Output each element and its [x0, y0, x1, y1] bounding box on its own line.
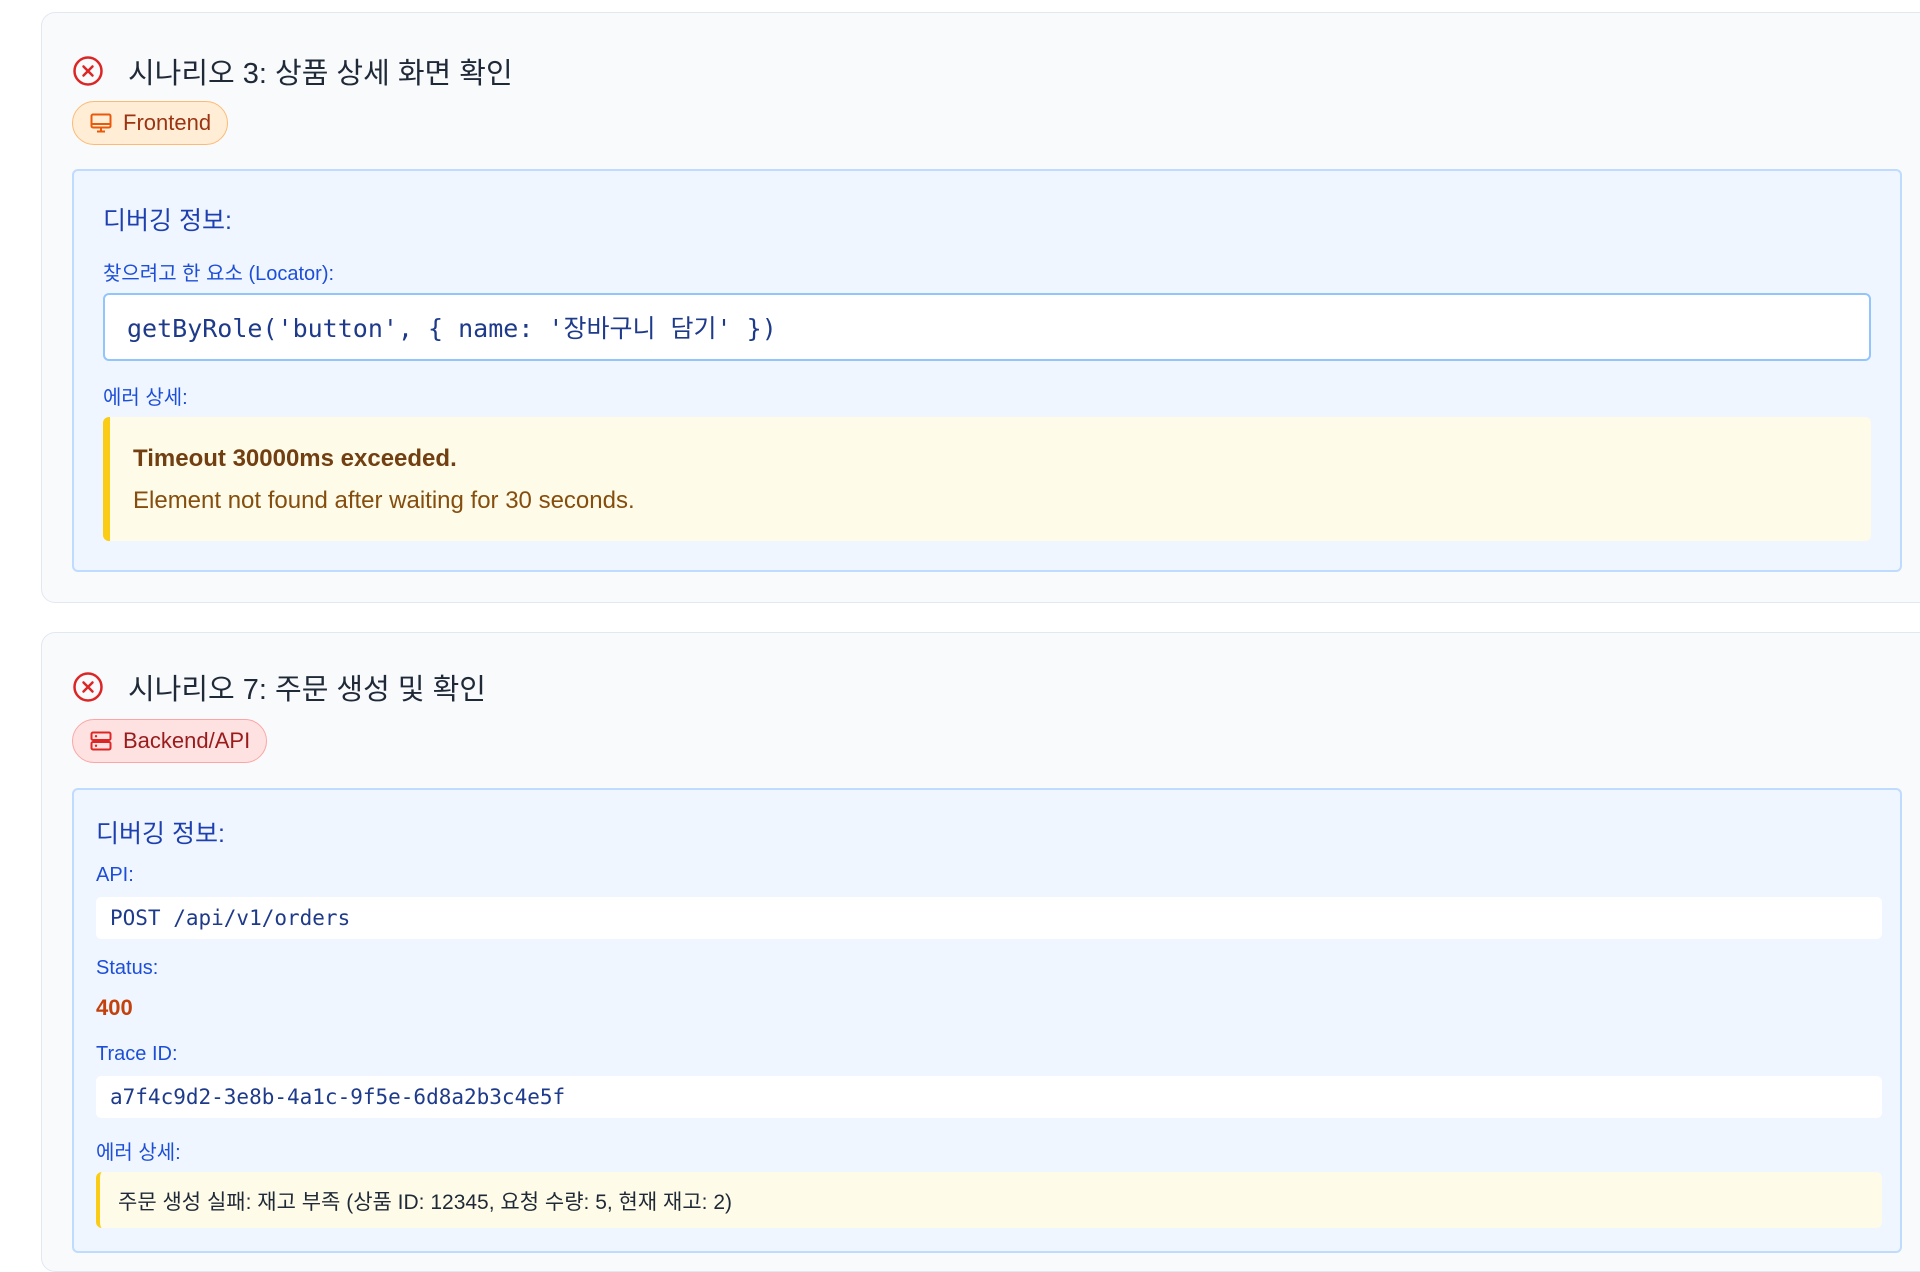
scenario-header: 시나리오 7: 주문 생성 및 확인: [72, 666, 486, 708]
debug-title: 디버깅 정보:: [96, 820, 225, 848]
error-detail-label: 에러 상세:: [103, 387, 188, 409]
scenario-header: 시나리오 3: 상품 상세 화면 확인: [72, 50, 513, 92]
server-icon: [90, 731, 112, 751]
error-detail-box: Timeout 30000ms exceeded. Element not fo…: [103, 417, 1871, 541]
x-circle-icon: [73, 672, 103, 702]
monitor-icon: [90, 113, 112, 133]
locator-label: 찾으려고 한 요소 (Locator):: [103, 263, 335, 285]
scenario-title: 시나리오 7: 주문 생성 및 확인: [128, 674, 486, 706]
badge-label: Backend/API: [123, 728, 251, 753]
api-value: POST /api/v1/orders: [96, 897, 1882, 939]
error-detail-box: 주문 생성 실패: 재고 부족 (상품 ID: 12345, 요청 수량: 5,…: [96, 1172, 1882, 1228]
status-value: 400: [96, 995, 133, 1020]
backend-badge: Backend/API: [72, 719, 268, 763]
scenario-title: 시나리오 3: 상품 상세 화면 확인: [128, 58, 513, 90]
scenario-card-7: 시나리오 7: 주문 생성 및 확인 Backend/API 디버깅 정보: A…: [41, 632, 1920, 1272]
error-title: Timeout 30000ms exceeded.: [133, 445, 457, 472]
locator-value: getByRole('button', { name: '장바구니 담기' }): [103, 293, 1871, 361]
status-label: Status:: [96, 957, 159, 979]
trace-id-label: Trace ID:: [96, 1043, 178, 1065]
debug-info-panel: 디버깅 정보: 찾으려고 한 요소 (Locator): getByRole('…: [72, 169, 1902, 572]
error-message: Element not found after waiting for 30 s…: [133, 487, 635, 514]
api-label: API:: [96, 864, 134, 886]
scenario-card-3: 시나리오 3: 상품 상세 화면 확인 Frontend 디버깅 정보: 찾으려…: [41, 12, 1920, 603]
frontend-badge: Frontend: [72, 101, 229, 145]
trace-id-value: a7f4c9d2-3e8b-4a1c-9f5e-6d8a2b3c4e5f: [96, 1076, 1882, 1118]
x-circle-icon: [73, 56, 103, 86]
debug-title: 디버깅 정보:: [103, 207, 232, 235]
badge-label: Frontend: [123, 110, 212, 135]
debug-info-panel: 디버깅 정보: API: POST /api/v1/orders Status:…: [72, 788, 1902, 1253]
error-detail-label: 에러 상세:: [96, 1142, 181, 1164]
error-message: 주문 생성 실패: 재고 부족 (상품 ID: 12345, 요청 수량: 5,…: [118, 1191, 732, 1214]
